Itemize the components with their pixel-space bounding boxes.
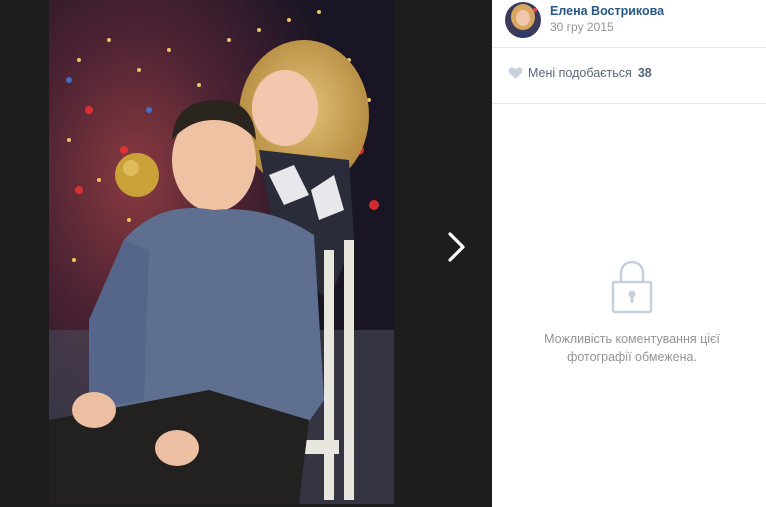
lock-icon <box>611 260 653 314</box>
likes-row: Мені подобається 38 <box>492 48 766 104</box>
like-count[interactable]: 38 <box>638 66 652 80</box>
restricted-line-1: Можливість коментування цієї <box>544 332 720 346</box>
author-header: Елена Вострикова 30 гру 2015 <box>492 0 766 48</box>
author-name[interactable]: Елена Вострикова <box>550 4 664 18</box>
heart-icon <box>508 67 523 79</box>
info-panel: Елена Вострикова 30 гру 2015 Мені подоба… <box>492 0 766 507</box>
next-photo-button[interactable] <box>440 226 474 268</box>
photo-viewer <box>0 0 492 507</box>
restricted-line-2: фотографії обмежена. <box>567 350 697 364</box>
post-date[interactable]: 30 гру 2015 <box>550 20 614 34</box>
photo[interactable] <box>49 0 394 504</box>
chevron-right-icon <box>448 232 465 262</box>
author-avatar[interactable] <box>505 2 541 38</box>
comments-restricted-message: Можливість коментування цієї фотографії … <box>522 330 742 366</box>
like-label: Мені подобається <box>528 66 632 80</box>
like-button[interactable]: Мені подобається 38 <box>508 65 652 81</box>
photo-image <box>49 0 394 504</box>
user-avatar-icon <box>505 2 541 38</box>
